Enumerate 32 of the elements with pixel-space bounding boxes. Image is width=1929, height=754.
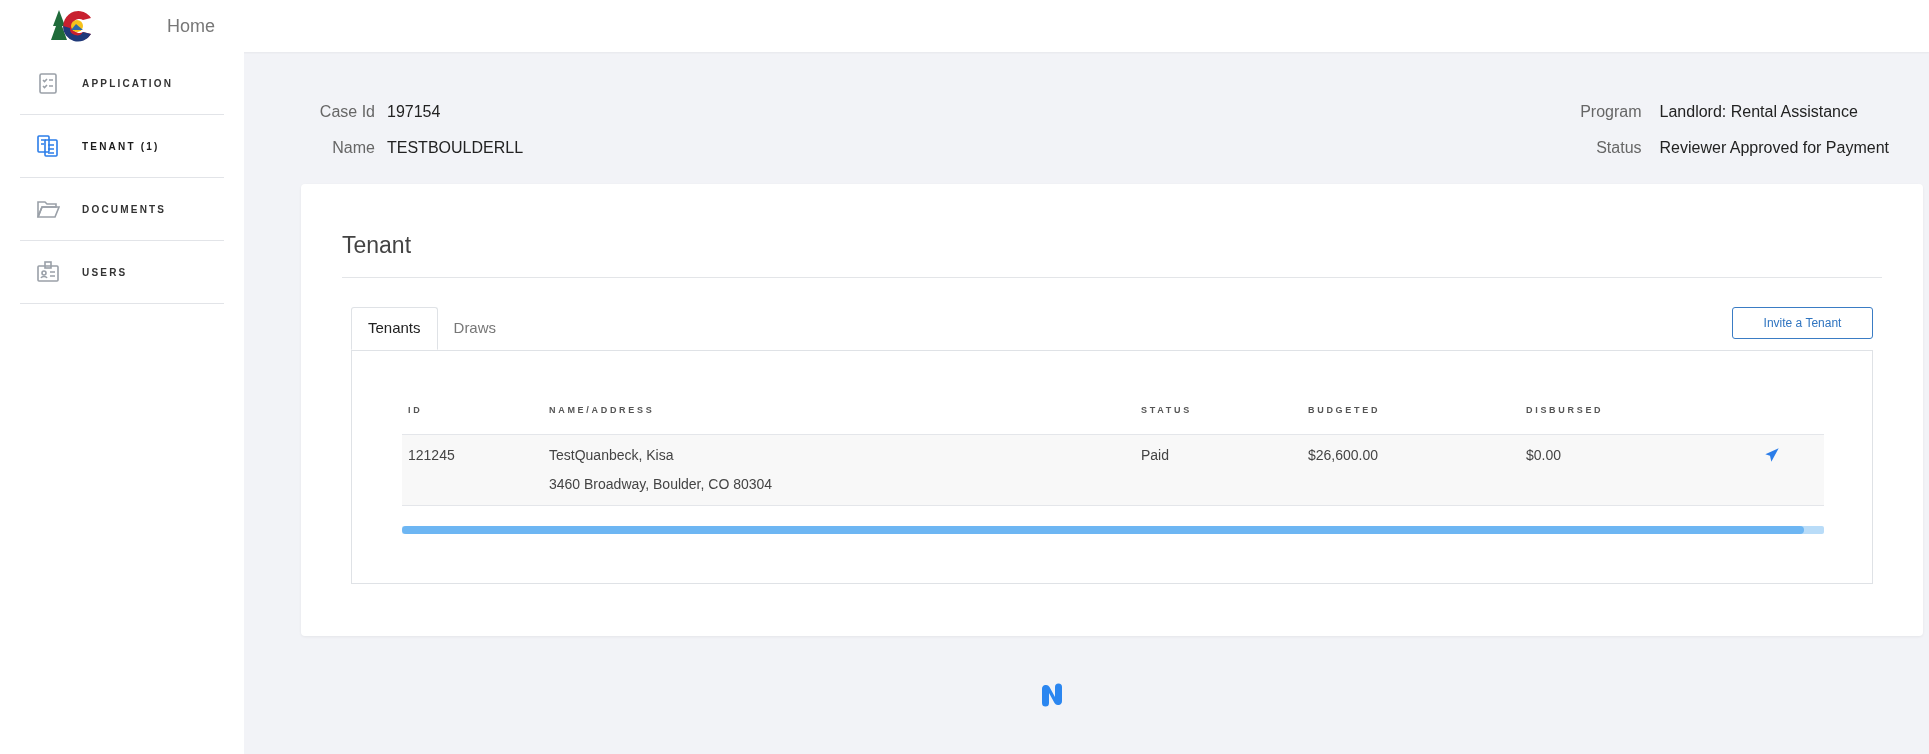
tenant-name: TestQuanbeck, Kisa: [549, 445, 674, 465]
table-cell-text: 121245: [408, 445, 456, 465]
field-label: Name: [331, 138, 375, 158]
tenant-address: 3460 Broadway, Boulder, CO 80304: [549, 474, 773, 494]
documents-list-icon: [36, 134, 60, 158]
sidebar-item[interactable]: DOCUMENTS: [20, 178, 224, 241]
column-header: BUDGETED: [1308, 404, 1382, 418]
field-value: 197154: [387, 102, 442, 122]
card-title: Tenant: [342, 228, 1882, 278]
column-header: ID: [408, 404, 424, 418]
column-header: STATUS: [1141, 404, 1193, 418]
column-header: DISBURSED: [1526, 404, 1605, 418]
id-badge-icon: [36, 260, 60, 284]
field-label: Case Id: [318, 102, 375, 122]
scrollbar[interactable]: [402, 525, 1824, 534]
sidebar-item[interactable]: USERS: [20, 241, 224, 304]
field-value: Landlord: Rental Assistance: [1659, 102, 1859, 122]
field-value: TESTBOULDERLL: [387, 138, 524, 158]
tab[interactable]: Draws: [437, 306, 513, 350]
column-header: NAME/ADDRESS: [549, 404, 656, 418]
tab[interactable]: Tenants: [351, 306, 438, 350]
field-label: Program: [1580, 102, 1642, 122]
home-link[interactable]: Home: [167, 12, 215, 40]
logo-icon: [1039, 683, 1065, 707]
table-cell-text: $0.00: [1526, 445, 1563, 465]
field-value: Reviewer Approved for Payment: [1659, 138, 1889, 158]
send-icon[interactable]: [1764, 446, 1780, 463]
table-cell-text: Paid: [1141, 445, 1171, 465]
checklist-icon: [36, 71, 60, 95]
table-cell-text: $26,600.00: [1308, 445, 1380, 465]
invite-tenant-button[interactable]: Invite a Tenant: [1732, 306, 1873, 339]
field-label: Status: [1595, 138, 1642, 158]
